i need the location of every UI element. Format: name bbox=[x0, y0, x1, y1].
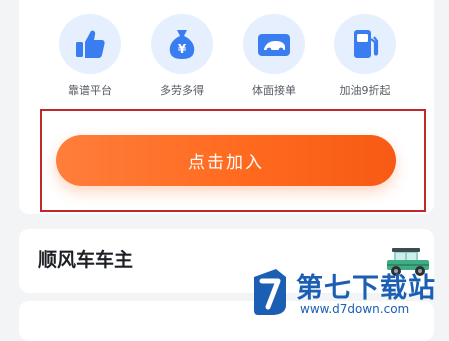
benefit-item-fuel-discount: 加油9折起 bbox=[332, 14, 398, 98]
watermark-name: 第七下载站 bbox=[296, 273, 436, 304]
section-title: 顺风车车主 bbox=[38, 249, 134, 271]
benefit-label: 体面接单 bbox=[252, 84, 296, 97]
benefit-label: 靠谱平台 bbox=[68, 84, 112, 97]
benefit-item-decent-orders: 体面接单 bbox=[241, 14, 307, 98]
benefit-label: 多劳多得 bbox=[160, 84, 204, 97]
thumbs-up-icon bbox=[59, 14, 121, 74]
money-bag-icon: ¥ bbox=[151, 14, 213, 74]
benefit-item-earn-more: ¥ 多劳多得 bbox=[149, 14, 215, 98]
benefit-item-reliable-platform: 靠谱平台 bbox=[57, 14, 123, 98]
car-order-icon bbox=[243, 14, 305, 74]
join-button[interactable]: 点击加入 bbox=[56, 135, 396, 186]
benefit-label: 加油9折起 bbox=[339, 84, 391, 97]
watermark: 第七下载站 www.d7down.com bbox=[250, 265, 445, 320]
svg-text:¥: ¥ bbox=[178, 42, 187, 56]
fuel-pump-icon bbox=[334, 14, 396, 74]
watermark-url: www.d7down.com bbox=[300, 302, 410, 316]
watermark-logo-icon bbox=[254, 269, 286, 315]
